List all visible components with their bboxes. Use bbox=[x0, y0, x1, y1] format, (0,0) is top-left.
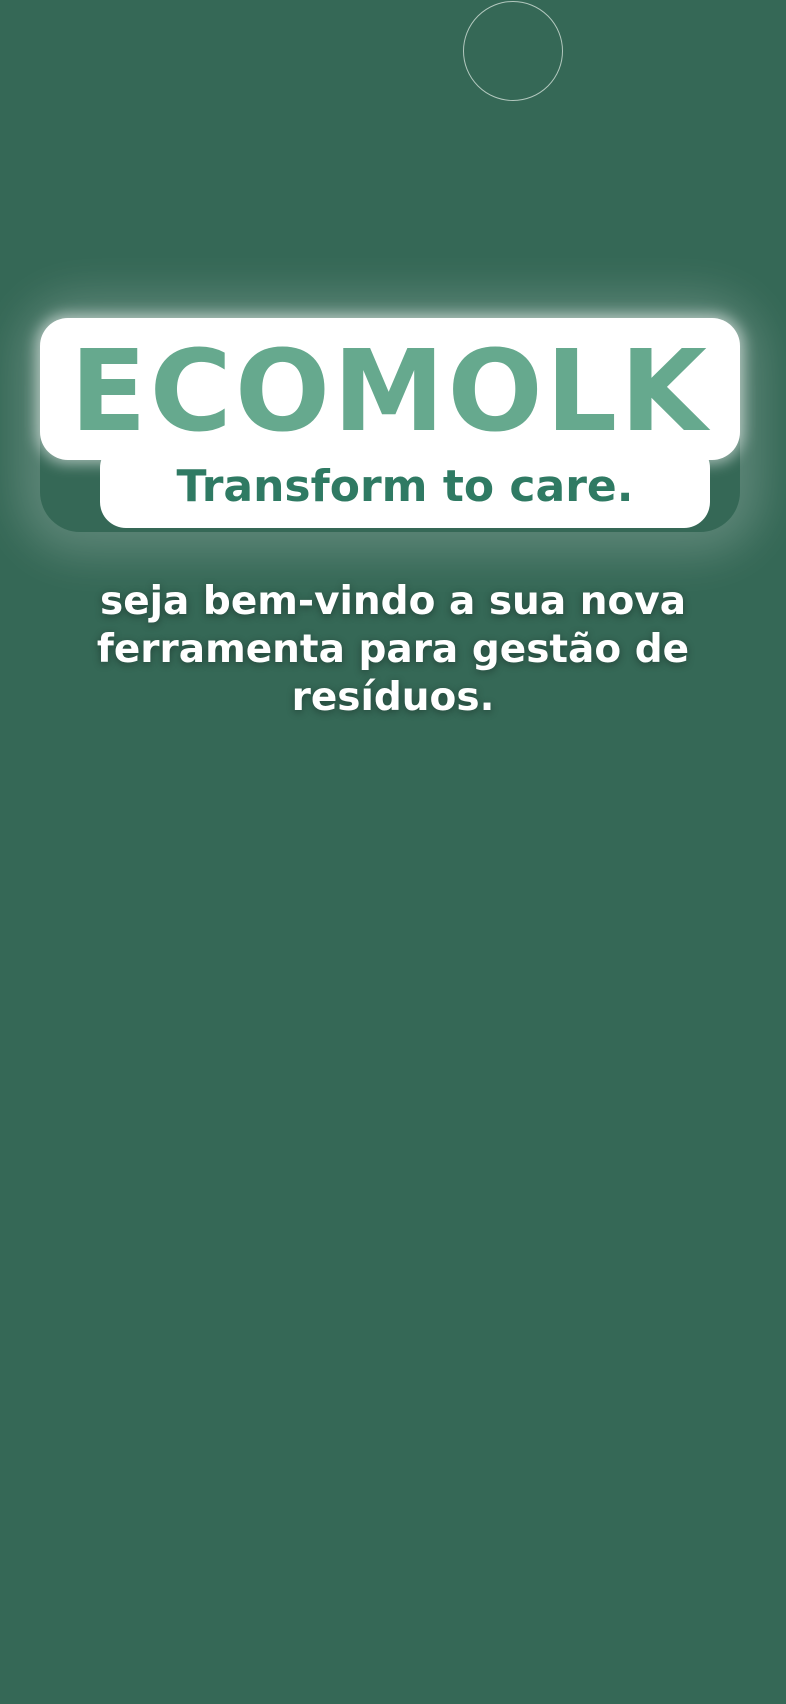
logo-wordmark-panel: ECOMOLK bbox=[40, 318, 740, 460]
logo-tagline: Transform to care. bbox=[176, 461, 634, 512]
welcome-screen: ECOMOLK Transform to care. seja bem-vind… bbox=[0, 0, 786, 1704]
ecomolk-logo: ECOMOLK Transform to care. bbox=[40, 318, 740, 532]
logo-tagline-panel: Transform to care. bbox=[100, 442, 710, 528]
logo-wordmark: ECOMOLK bbox=[70, 327, 710, 457]
welcome-message: seja bem-vindo a sua nova ferramenta par… bbox=[96, 579, 690, 720]
camera-cutout-ring bbox=[463, 1, 563, 101]
